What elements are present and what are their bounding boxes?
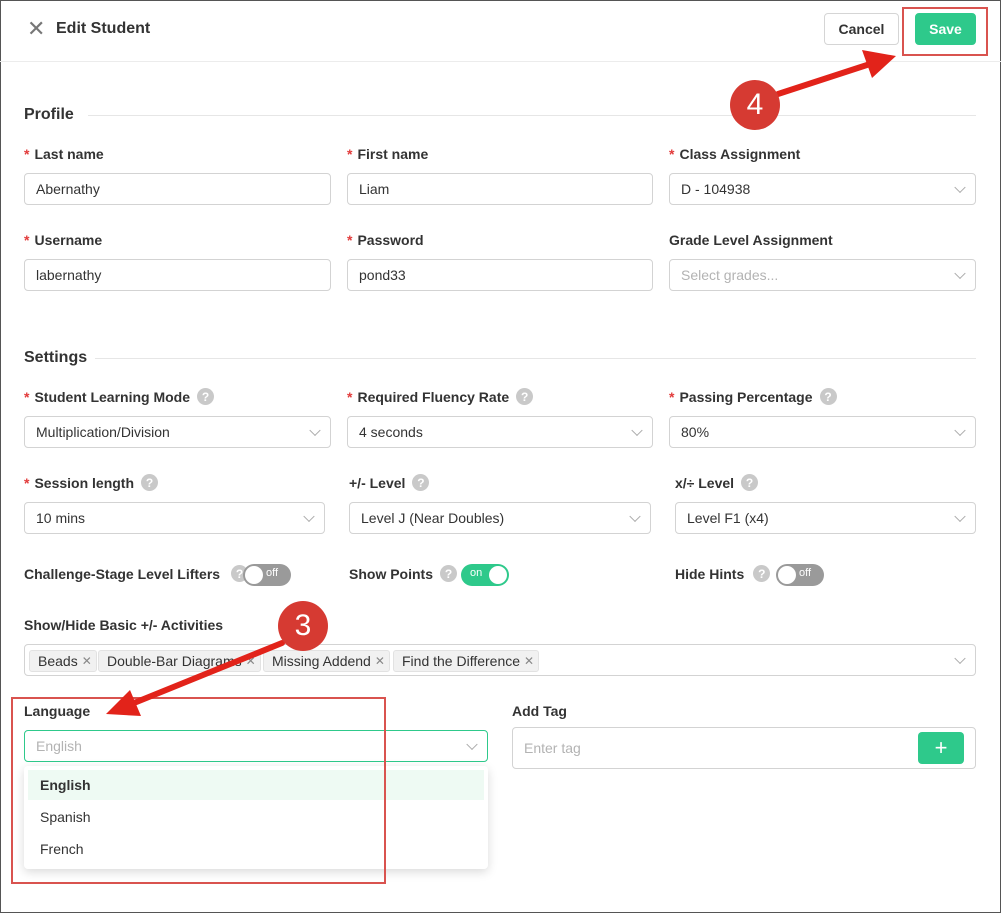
annotation-box-save bbox=[902, 7, 988, 56]
session-length-label: * Session length? bbox=[24, 474, 159, 491]
toggle-knob bbox=[489, 566, 507, 584]
add-tag-label: Add Tag bbox=[512, 703, 567, 719]
chevron-down-icon bbox=[954, 181, 966, 194]
settings-section-title: Settings bbox=[24, 349, 88, 366]
muldiv-level-select[interactable]: Level F1 (x4) bbox=[675, 502, 976, 534]
activity-tag: Find the Difference ✕ bbox=[393, 650, 540, 672]
username-label: * Username bbox=[24, 232, 103, 248]
help-icon[interactable]: ? bbox=[819, 388, 837, 405]
show-points-label: Show Points? bbox=[349, 565, 457, 582]
fluency-rate-label: * Required Fluency Rate? bbox=[347, 388, 534, 405]
activity-tag: Missing Addend ✕ bbox=[263, 650, 390, 672]
class-assignment-select[interactable]: D - 104938 bbox=[669, 173, 976, 205]
password-field[interactable]: pond33 bbox=[347, 259, 653, 291]
toggle-knob bbox=[778, 566, 796, 584]
chevron-down-icon bbox=[309, 424, 321, 437]
grade-level-label: Grade Level Assignment bbox=[669, 232, 833, 248]
help-icon[interactable]: ? bbox=[440, 565, 457, 582]
muldiv-level-label: x/÷ Level? bbox=[675, 474, 759, 491]
settings-divider bbox=[95, 358, 976, 359]
first-name-label: * First name bbox=[347, 146, 429, 162]
last-name-field[interactable]: Abernathy bbox=[24, 173, 331, 205]
help-icon[interactable]: ? bbox=[741, 474, 759, 491]
help-icon[interactable]: ? bbox=[197, 388, 215, 405]
chevron-down-icon bbox=[954, 267, 966, 280]
add-tag-button[interactable]: + bbox=[918, 732, 964, 764]
session-length-select[interactable]: 10 mins bbox=[24, 502, 325, 534]
passing-percentage-select[interactable]: 80% bbox=[669, 416, 976, 448]
add-tag-input[interactable]: Enter tag bbox=[512, 727, 976, 769]
step-4-badge: 4 bbox=[730, 80, 780, 130]
remove-tag-icon[interactable]: ✕ bbox=[82, 654, 92, 668]
chevron-down-icon bbox=[954, 652, 966, 665]
chevron-down-icon bbox=[303, 510, 315, 523]
help-icon[interactable]: ? bbox=[141, 474, 159, 491]
cancel-button[interactable]: Cancel bbox=[824, 13, 899, 45]
grade-level-select[interactable]: Select grades... bbox=[669, 259, 976, 291]
password-label: * Password bbox=[347, 232, 424, 248]
help-icon[interactable]: ? bbox=[753, 565, 771, 582]
page-title: Edit Student bbox=[56, 20, 151, 37]
show-points-toggle[interactable]: on bbox=[461, 564, 509, 586]
header-divider bbox=[0, 61, 1001, 62]
challenge-lifters-label: Challenge-Stage Level Lifters? bbox=[24, 565, 249, 582]
activities-multiselect[interactable]: Beads ✕ Double-Bar Diagrams ✕ Missing Adde… bbox=[24, 644, 976, 676]
chevron-down-icon bbox=[629, 510, 641, 523]
close-icon[interactable]: ✕ bbox=[27, 18, 45, 40]
chevron-down-icon bbox=[466, 738, 478, 751]
step-3-badge: 3 bbox=[278, 601, 328, 651]
chevron-down-icon bbox=[954, 424, 966, 437]
activity-tag: Double-Bar Diagrams ✕ bbox=[98, 650, 261, 672]
passing-percentage-label: * Passing Percentage? bbox=[669, 388, 837, 405]
last-name-label: * Last name bbox=[24, 146, 104, 162]
help-icon[interactable]: ? bbox=[516, 388, 534, 405]
hide-hints-toggle[interactable]: off bbox=[776, 564, 824, 586]
help-icon[interactable]: ? bbox=[412, 474, 430, 491]
profile-section-title: Profile bbox=[24, 106, 74, 123]
addsub-level-select[interactable]: Level J (Near Doubles) bbox=[349, 502, 651, 534]
remove-tag-icon[interactable]: ✕ bbox=[246, 654, 256, 668]
annotation-box-language bbox=[11, 697, 386, 884]
addsub-level-label: +/- Level? bbox=[349, 474, 430, 491]
learning-mode-label: * Student Learning Mode? bbox=[24, 388, 215, 405]
hide-hints-label: Hide Hints? bbox=[675, 565, 771, 582]
chevron-down-icon bbox=[954, 510, 966, 523]
learning-mode-select[interactable]: Multiplication/Division bbox=[24, 416, 331, 448]
class-assignment-label: * Class Assignment bbox=[669, 146, 801, 162]
challenge-lifters-toggle[interactable]: off bbox=[243, 564, 291, 586]
profile-divider bbox=[88, 115, 976, 116]
activity-tag: Beads ✕ bbox=[29, 650, 97, 672]
remove-tag-icon[interactable]: ✕ bbox=[375, 654, 385, 668]
first-name-field[interactable]: Liam bbox=[347, 173, 653, 205]
activities-label: Show/Hide Basic +/- Activities bbox=[24, 617, 224, 633]
remove-tag-icon[interactable]: ✕ bbox=[524, 654, 534, 668]
chevron-down-icon bbox=[631, 424, 643, 437]
fluency-rate-select[interactable]: 4 seconds bbox=[347, 416, 653, 448]
username-field[interactable]: labernathy bbox=[24, 259, 331, 291]
toggle-knob bbox=[245, 566, 263, 584]
